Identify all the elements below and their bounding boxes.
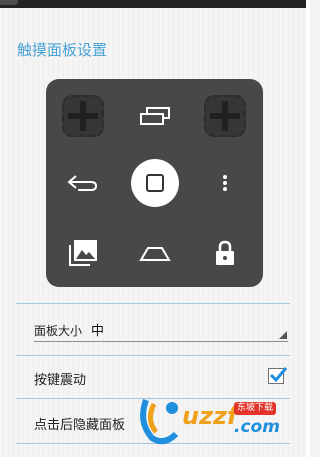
panel-size-value: 中	[91, 324, 105, 339]
home-button[interactable]	[126, 154, 184, 212]
watermark-logo: uzzf 东坡下载 .com	[136, 390, 292, 450]
page-title: 触摸面板设置	[17, 41, 108, 59]
vibration-label: 按键震动	[34, 373, 87, 388]
watermark-brand: uzzf	[182, 402, 238, 430]
empty-slot-frame	[204, 95, 246, 137]
watermark-domain: .com	[234, 417, 280, 437]
watermark-swoosh-icon	[140, 398, 179, 445]
more-button[interactable]	[196, 154, 254, 212]
settings-screen: 触摸面板设置 面板大小 中 按键震动 点击后隐藏面板 uzzf 东坡下载 .co…	[0, 0, 306, 457]
add-slot-button-right[interactable]	[196, 87, 254, 145]
back-icon	[67, 175, 98, 191]
screen-edge	[306, 0, 310, 457]
home-icon	[146, 174, 164, 192]
status-bar	[0, 0, 306, 8]
panel-size-label: 面板大小	[34, 324, 83, 338]
checkmark-icon	[269, 367, 288, 383]
divider	[16, 355, 290, 356]
spinner-arrow-icon	[279, 331, 287, 339]
recent-apps-button[interactable]	[126, 87, 184, 145]
home-outline-button[interactable]	[126, 224, 184, 282]
back-button[interactable]	[54, 154, 112, 212]
gallery-icon	[69, 240, 97, 266]
lock-button[interactable]	[196, 224, 254, 282]
more-icon	[223, 175, 227, 191]
watermark-badge: 东坡下载	[234, 402, 277, 415]
empty-slot-frame	[62, 95, 104, 137]
home-outline-icon	[139, 247, 171, 261]
lock-icon	[216, 240, 234, 265]
touch-panel-preview	[46, 79, 263, 287]
home-circle	[131, 159, 179, 207]
hide-after-click-label: 点击后隐藏面板	[34, 418, 126, 433]
add-slot-button-left[interactable]	[54, 87, 112, 145]
divider	[16, 303, 290, 304]
recent-apps-icon	[140, 107, 170, 125]
vibration-checkbox[interactable]	[268, 367, 288, 384]
spinner-underline	[34, 341, 288, 342]
gallery-button[interactable]	[54, 224, 112, 282]
status-bar-indicator	[0, 0, 18, 5]
